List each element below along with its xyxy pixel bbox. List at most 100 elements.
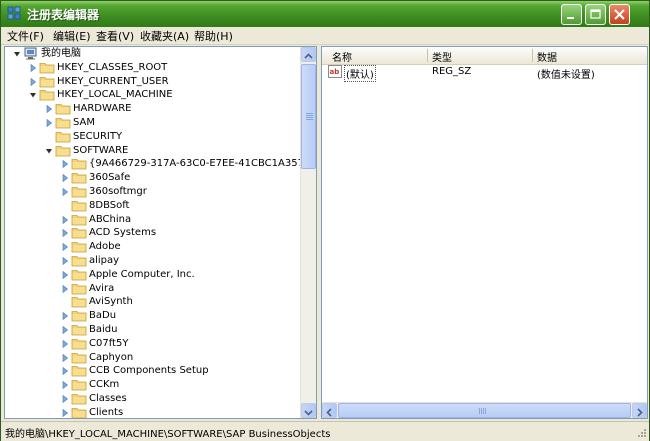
tree-node-avisynth[interactable]: AviSynth [61,295,316,309]
status-bar: 我的电脑\HKEY_LOCAL_MACHINE\SOFTWARE\SAP Bus… [1,421,649,441]
tree-node-ccb-components-setup[interactable]: CCB Components Setup [61,364,316,378]
tree-node-360safe[interactable]: 360Safe [61,171,316,185]
tree-node-c07ft5y[interactable]: C07ft5Y [61,337,316,351]
expand-arrow-icon[interactable] [29,63,37,72]
expand-arrow-icon[interactable] [29,77,37,86]
expand-arrow-icon[interactable] [61,270,69,279]
tree-node-label: HARDWARE [73,103,132,115]
tree-spacer [61,202,69,210]
scroll-left-button[interactable] [322,403,337,418]
expand-arrow-icon[interactable] [61,339,69,348]
folder-icon [71,380,87,391]
tree-node-label: {9A466729-317A-63C0-E7EE-41CBC1A357E3} [89,158,317,170]
computer-icon [24,47,37,60]
folder-icon [71,228,87,239]
expand-arrow-icon[interactable] [45,119,53,127]
expand-arrow-icon[interactable] [61,353,69,362]
tree-node-360softmgr[interactable]: 360softmgr [61,185,316,199]
expand-arrow-icon[interactable] [61,229,69,238]
folder-icon [71,283,87,294]
tree-node-security[interactable]: SECURITY [45,130,315,144]
tree-node-label: Apple Computer, Inc. [89,268,195,280]
collapse-arrow-icon[interactable] [45,147,53,155]
minimize-button[interactable] [561,4,582,25]
tree-vertical-scrollbar[interactable] [300,47,316,418]
close-button[interactable] [609,4,630,25]
registry-values-pane[interactable]: 名称 类型 数据 ab (默认) REG_SZ (数值未设置) [321,46,648,419]
tree-node-badu[interactable]: BaDu [61,309,316,323]
menu-edit[interactable]: 编辑(E) [53,28,91,44]
list-row[interactable]: ab (默认) REG_SZ (数值未设置) [322,65,647,82]
maximize-button[interactable] [585,4,606,25]
tree-node-clients[interactable]: Clients [61,406,316,418]
tree-spacer [45,133,53,141]
scroll-up-button[interactable] [301,47,316,62]
tree-node-caphyon[interactable]: Caphyon [61,351,316,365]
expand-arrow-icon[interactable] [61,215,69,224]
expand-arrow-icon[interactable] [61,243,69,252]
expand-arrow-icon[interactable] [61,395,69,403]
tree-node-label: 360softmgr [89,186,147,197]
tree-node-adobe[interactable]: Adobe [61,240,316,254]
tree-node-classes[interactable]: Classes [61,392,316,406]
tree-node-8dbsoft[interactable]: 8DBSoft [61,199,316,213]
column-header-name[interactable]: 名称 [332,49,352,64]
tree-node-alipay[interactable]: alipay [61,254,316,268]
tree-node-baidu[interactable]: Baidu [61,323,316,337]
expand-arrow-icon[interactable] [61,326,69,334]
tree-node-9a466729-317a-63c0-e7ee-41cbc1a357e3[interactable]: {9A466729-317A-63C0-E7EE-41CBC1A357E3} [61,157,317,171]
expand-arrow-icon[interactable] [61,257,69,265]
menu-favorites[interactable]: 收藏夹(A) [140,28,189,44]
tree-node-software[interactable]: SOFTWARE [45,144,315,158]
scroll-right-button[interactable] [632,403,647,418]
tree-node-label: Avira [89,282,115,294]
tree-node-label: SECURITY [73,130,123,142]
tree-node-abchina[interactable]: ABChina [61,213,316,227]
expand-arrow-icon[interactable] [61,367,69,376]
tree-node-node[interactable]: 我的电脑 [13,47,283,61]
menu-help[interactable]: 帮助(H) [194,28,233,44]
registry-tree-pane[interactable]: 我的电脑 HKEY_CLASSES_ROOT HKEY_CURRENT_USER HK… [4,46,317,419]
menu-bar: 文件(F) 编辑(E) 查看(V) 收藏夹(A) 帮助(H) [1,27,649,45]
scroll-thumb[interactable] [301,64,316,169]
tree-node-cckm[interactable]: CCKm [61,378,316,392]
folder-icon [71,214,87,225]
column-header-data[interactable]: 数据 [537,49,557,64]
tree-node-label: SOFTWARE [73,144,129,156]
menu-view[interactable]: 查看(V) [96,28,134,44]
list-horizontal-scrollbar[interactable] [322,402,647,418]
scroll-down-button[interactable] [301,403,316,418]
registry-editor-window: 注册表编辑器 文件(F) 编辑(E) 查看(V) 收藏夹(A) 帮助(H) 我的… [0,0,650,441]
tree-node-avira[interactable]: Avira [61,282,316,296]
column-header-type[interactable]: 类型 [432,49,452,64]
menu-file[interactable]: 文件(F) [7,28,44,44]
collapse-arrow-icon[interactable] [29,91,37,99]
expand-arrow-icon[interactable] [61,174,69,183]
folder-icon [71,366,87,377]
tree-node-hkey-classes-root[interactable]: HKEY_CLASSES_ROOT [29,61,299,75]
expand-arrow-icon[interactable] [61,381,69,390]
scroll-thumb-horizontal[interactable] [338,403,631,418]
tree-node-label: CCKm [89,379,120,391]
tree-node-hkey-current-user[interactable]: HKEY_CURRENT_USER [29,75,299,89]
title-bar[interactable]: 注册表编辑器 [1,1,649,28]
folder-icon [39,76,55,87]
tree-node-hardware[interactable]: HARDWARE [45,102,315,116]
svg-text:ab: ab [330,68,340,76]
expand-arrow-icon[interactable] [45,105,53,114]
tree-node-apple-computer-inc[interactable]: Apple Computer, Inc. [61,268,316,282]
tree-node-sam[interactable]: SAM [45,116,315,130]
expand-arrow-icon[interactable] [61,188,69,196]
tree-node-hkey-local-machine[interactable]: HKEY_LOCAL_MACHINE [29,88,299,102]
tree-node-label: C07ft5Y [89,337,129,349]
folder-icon [71,394,87,405]
expand-arrow-icon[interactable] [61,284,69,293]
expand-arrow-icon[interactable] [61,160,69,169]
expand-arrow-icon[interactable] [61,408,69,417]
chevron-down-icon [304,410,313,416]
tree-node-acd-systems[interactable]: ACD Systems [61,226,316,240]
collapse-arrow-icon[interactable] [13,50,21,58]
expand-arrow-icon[interactable] [61,312,69,321]
resize-grip-icon[interactable] [635,426,647,438]
chevron-up-icon [304,53,313,59]
